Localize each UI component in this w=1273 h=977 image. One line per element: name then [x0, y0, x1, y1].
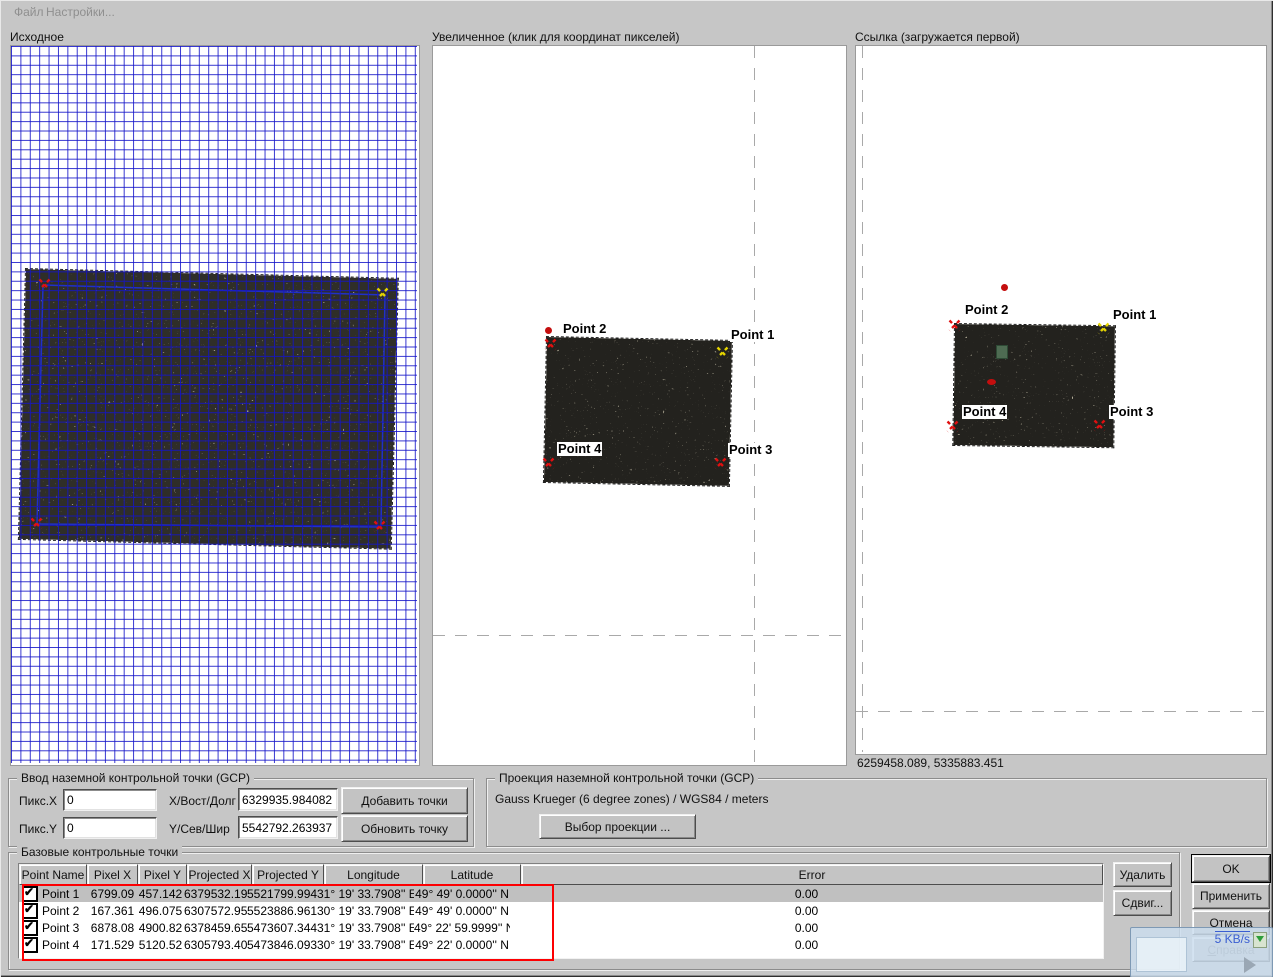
- col-pixel-y[interactable]: Pixel Y: [138, 864, 187, 885]
- col-projected-y[interactable]: Projected Y: [252, 864, 324, 885]
- gcp-input-group: Ввод наземной контрольной точки (GCP) Пи…: [8, 778, 474, 847]
- gcp-editor-window: Файл Настройки... Исходное Увеличенное (…: [0, 0, 1273, 977]
- gcp-table: Point Name Pixel X Pixel Y Projected X P…: [18, 863, 1104, 959]
- reference-coords-status: 6259458.089, 5335883.451: [857, 756, 1004, 770]
- red-dot-icon: [545, 327, 552, 334]
- east-label: X/Вост/Долг: [169, 794, 236, 808]
- gcp-marker-point2-red-icon[interactable]: [37, 277, 52, 292]
- pixel-y-label: Пикс.Y: [19, 822, 57, 836]
- point2-label: Point 2: [964, 303, 1009, 317]
- gcp-marker-point3-red-icon[interactable]: [1092, 418, 1107, 433]
- table-row[interactable]: Point 4 171.529 5120.52 6305793.408 5473…: [19, 936, 1103, 953]
- gcp-marker-point3-red-icon[interactable]: [372, 519, 387, 534]
- control-points-group: Базовые контрольные точки Point Name Pix…: [8, 852, 1180, 970]
- red-ellipse-feature: [987, 379, 996, 385]
- download-arrow-icon: [1253, 932, 1267, 948]
- reference-map-viewport[interactable]: Point 2 Point 1 Point 4 Point 3: [855, 45, 1267, 755]
- north-input[interactable]: [238, 816, 338, 839]
- projection-value: Gauss Krueger (6 degree zones) / WGS84 /…: [495, 792, 768, 806]
- gcp-marker-point2-red-icon[interactable]: [947, 318, 962, 333]
- checkbox-checked-icon[interactable]: [22, 903, 38, 919]
- pixel-y-input[interactable]: [63, 817, 157, 839]
- gcp-input-group-title: Ввод наземной контрольной точки (GCP): [17, 771, 254, 785]
- point3-label: Point 3: [1109, 405, 1154, 419]
- download-speed-text: 5 KB/s: [1215, 931, 1250, 946]
- gcp-marker-point1-yellow-icon[interactable]: [375, 286, 390, 301]
- projection-group: Проекция наземной контрольной точки (GCP…: [486, 778, 1267, 847]
- gcp-marker-point2-red-icon[interactable]: [543, 337, 558, 352]
- network-speed-overlay: 5 KB/s: [1130, 927, 1273, 977]
- point3-label: Point 3: [728, 443, 773, 457]
- checkbox-checked-icon[interactable]: [22, 886, 38, 902]
- point4-label: Point 4: [557, 442, 602, 456]
- gcp-marker-point1-yellow-icon[interactable]: [1096, 321, 1111, 336]
- table-row[interactable]: Point 2 167.361 496.075 6307572.951 5523…: [19, 902, 1103, 919]
- gcp-table-header: Point Name Pixel X Pixel Y Projected X P…: [19, 864, 1103, 885]
- projection-group-title: Проекция наземной контрольной точки (GCP…: [495, 771, 758, 785]
- source-map-image: [18, 268, 399, 550]
- menu-settings[interactable]: Настройки...: [46, 3, 115, 21]
- source-map-viewport[interactable]: [10, 45, 420, 766]
- source-panel-title: Исходное: [10, 30, 64, 44]
- point4-label: Point 4: [962, 405, 1007, 419]
- gcp-marker-point1-yellow-icon[interactable]: [715, 345, 730, 360]
- zoomed-map-image: [543, 336, 733, 487]
- add-points-button[interactable]: Добавить точки: [341, 787, 468, 814]
- gcp-marker-point4-red-icon[interactable]: [541, 456, 556, 471]
- menu-file[interactable]: Файл: [14, 3, 44, 21]
- apply-button[interactable]: Применить: [1192, 883, 1270, 909]
- reference-panel-title: Ссылка (загружается первой): [855, 30, 1020, 44]
- gcp-marker-point4-red-icon[interactable]: [29, 516, 44, 531]
- north-label: Y/Сев/Шир: [169, 822, 230, 836]
- point1-label: Point 1: [1112, 308, 1157, 322]
- point1-label: Point 1: [730, 328, 775, 342]
- col-longitude[interactable]: Longitude: [324, 864, 423, 885]
- red-dot-icon: [1001, 284, 1008, 291]
- east-input[interactable]: [238, 788, 338, 811]
- table-row[interactable]: Point 3 6878.08 4900.82 6378459.650 5473…: [19, 919, 1103, 936]
- col-projected-x[interactable]: Projected X: [187, 864, 252, 885]
- table-row[interactable]: Point 1 6799.09 457.142 6379532.193 5521…: [19, 885, 1103, 902]
- ok-button[interactable]: OK: [1192, 855, 1270, 882]
- overlay-cursor-arrow-icon: [1244, 957, 1264, 973]
- crosshair-horizontal-line: [856, 711, 1264, 712]
- gcp-marker-point4-red-icon[interactable]: [945, 419, 960, 434]
- control-points-group-title: Базовые контрольные точки: [17, 845, 182, 859]
- col-pixel-x[interactable]: Pixel X: [87, 864, 138, 885]
- crosshair-vertical-line: [862, 46, 863, 752]
- point2-label: Point 2: [562, 322, 607, 336]
- checkbox-checked-icon[interactable]: [22, 920, 38, 936]
- update-point-button[interactable]: Обновить точку: [341, 815, 468, 842]
- col-error[interactable]: Error: [521, 864, 1103, 885]
- overlay-inner-box: [1136, 937, 1187, 972]
- zoomed-map-viewport[interactable]: Point 2 Point 1 Point 4 Point 3: [432, 45, 847, 766]
- choose-projection-button[interactable]: Выбор проекции ...: [539, 814, 696, 839]
- checkbox-checked-icon[interactable]: [22, 937, 38, 953]
- col-point-name[interactable]: Point Name: [19, 864, 87, 885]
- crosshair-vertical-line: [754, 46, 755, 763]
- pixel-x-input[interactable]: [63, 789, 157, 811]
- green-square-feature: [996, 345, 1008, 359]
- delete-button[interactable]: Удалить: [1113, 862, 1172, 887]
- gcp-marker-point3-red-icon[interactable]: [713, 456, 728, 471]
- crosshair-horizontal-line: [433, 635, 844, 636]
- shift-button[interactable]: Сдвиг...: [1113, 890, 1172, 916]
- zoomed-panel-title: Увеличенное (клик для координат пикселей…: [432, 30, 679, 44]
- col-latitude[interactable]: Latitude: [423, 864, 521, 885]
- pixel-x-label: Пикс.X: [19, 794, 57, 808]
